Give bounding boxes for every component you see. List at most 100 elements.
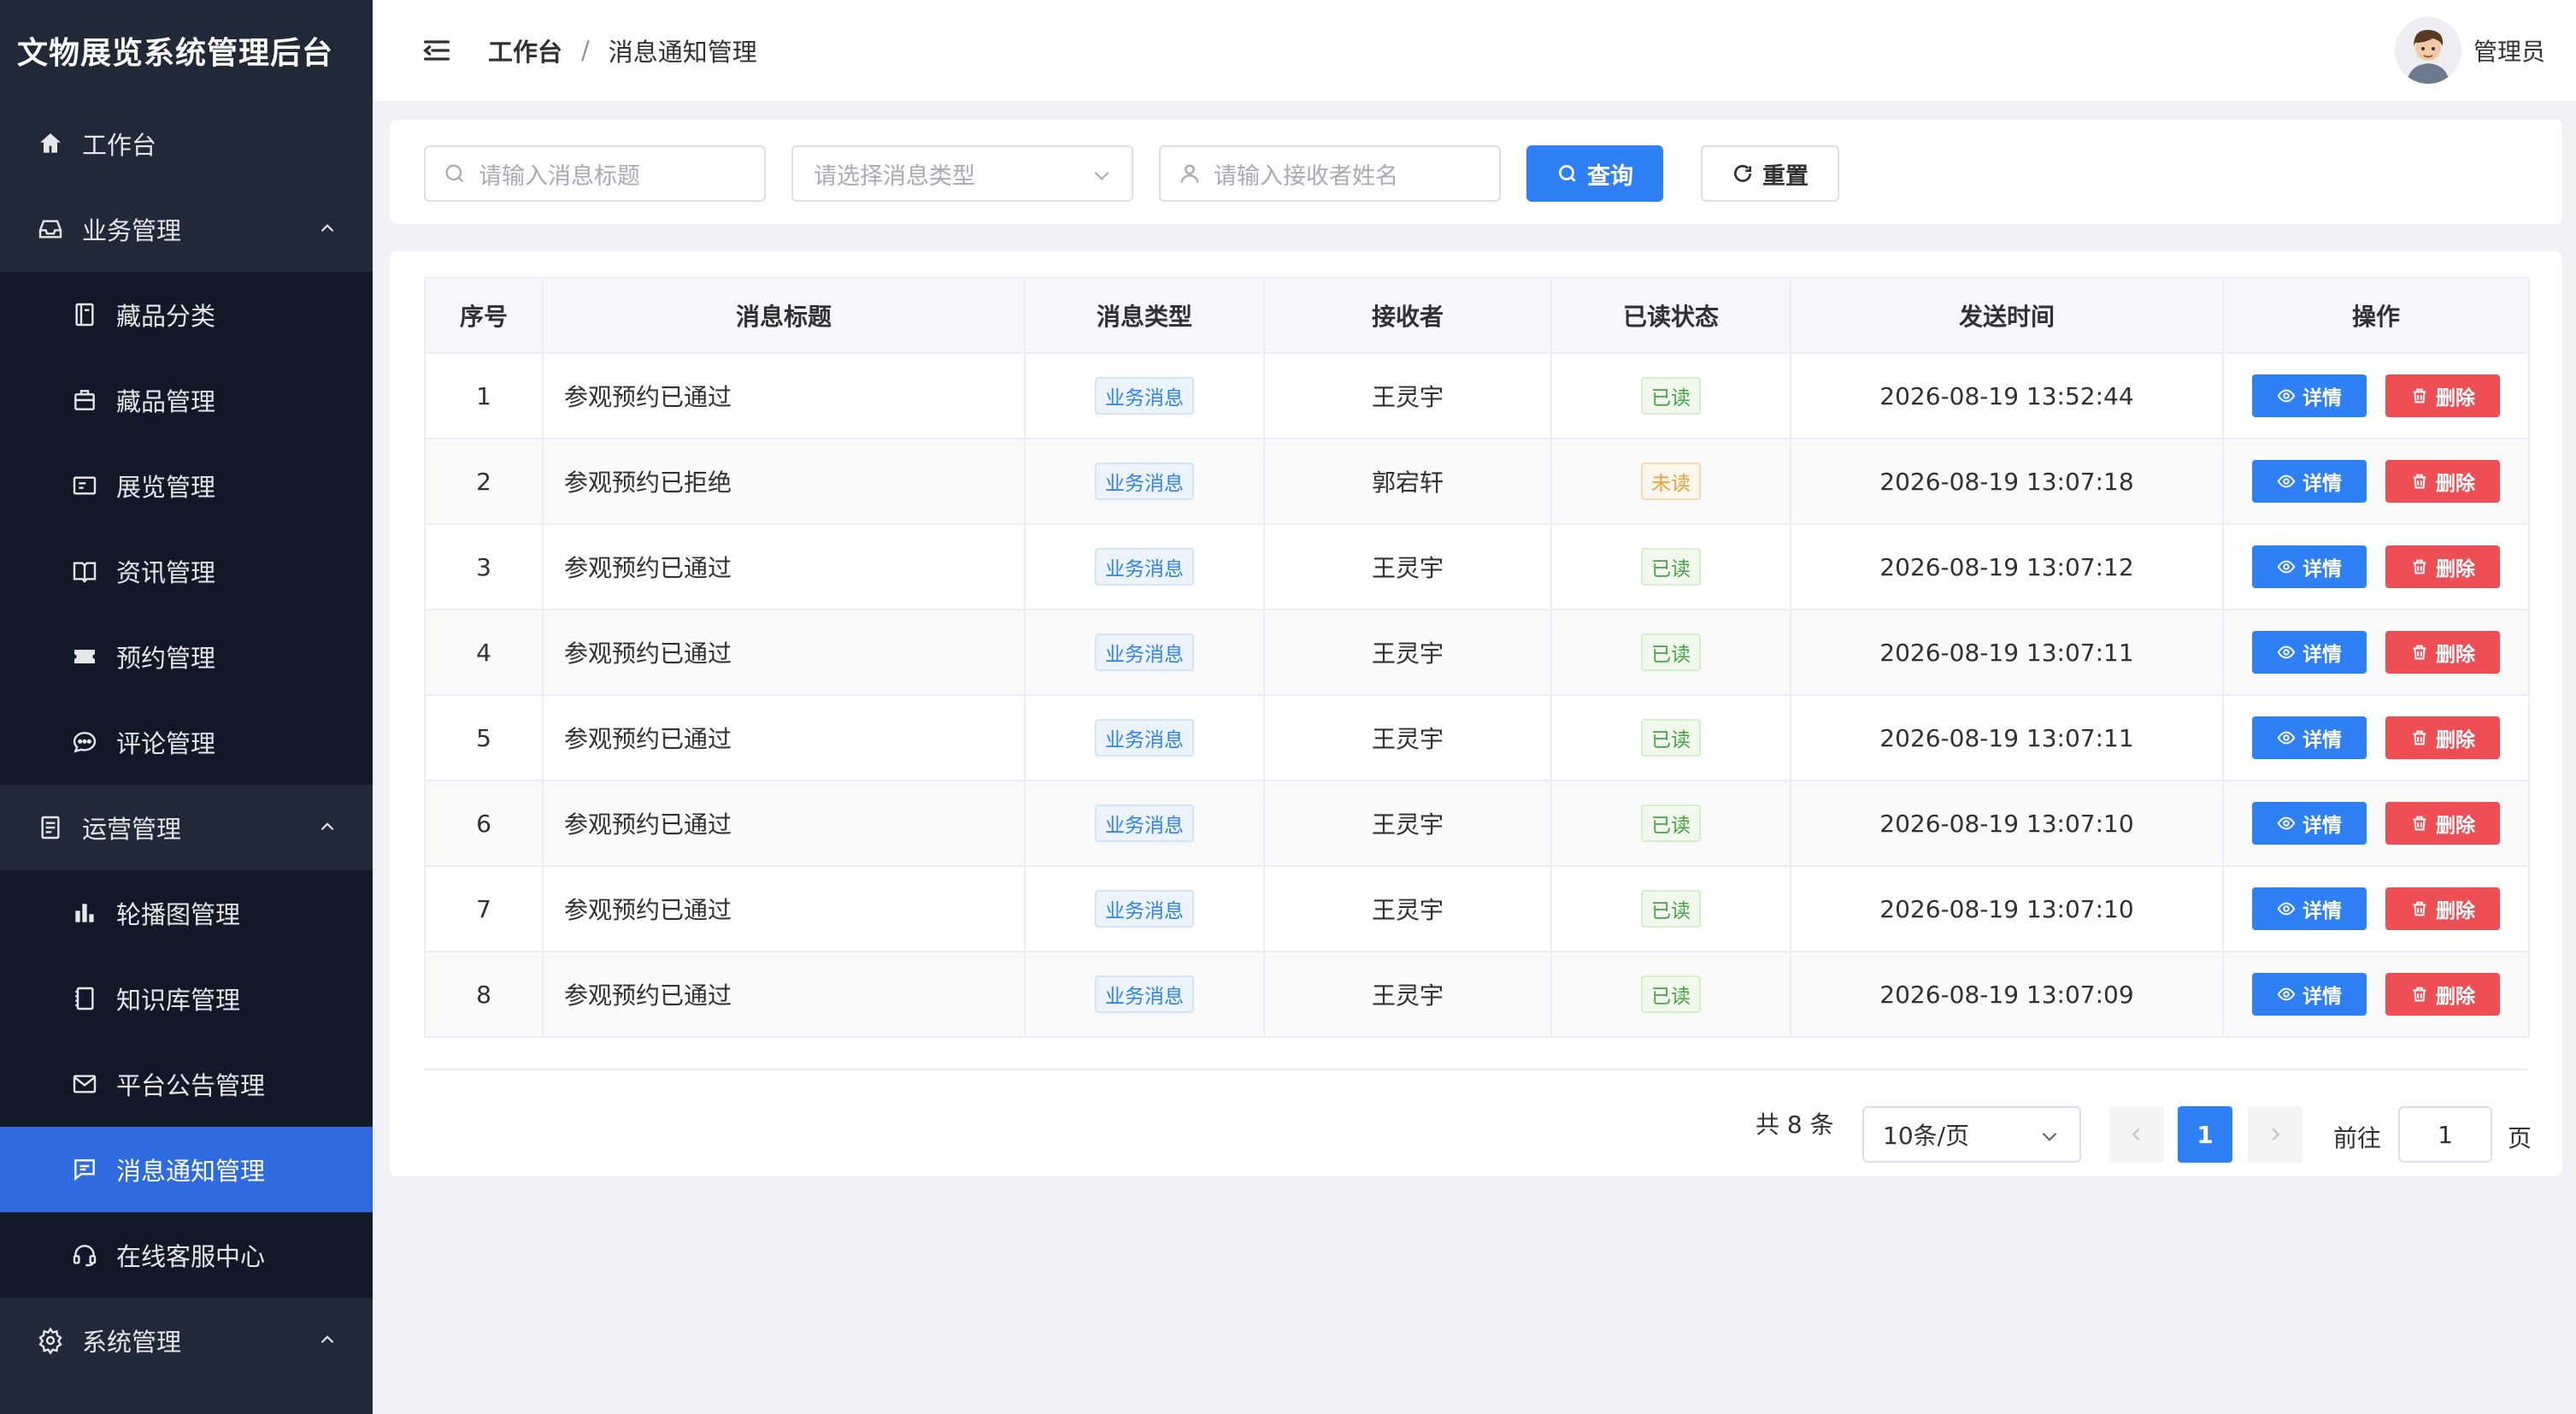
breadcrumb-home[interactable]: 工作台 <box>488 32 562 68</box>
sidebar-item-8[interactable]: 评论管理 <box>0 699 373 785</box>
eye-icon <box>2277 899 2303 918</box>
column-header-title: 消息标题 <box>542 277 1026 354</box>
delete-button[interactable]: 删除 <box>2385 887 2500 930</box>
cell-title: 参观预约已拒绝 <box>542 438 1026 525</box>
cell-title: 参观预约已通过 <box>542 865 1026 952</box>
delete-button[interactable]: 删除 <box>2385 973 2500 1016</box>
delete-button-label: 删除 <box>2436 558 2475 580</box>
delete-button[interactable]: 删除 <box>2385 460 2500 503</box>
detail-button[interactable]: 详情 <box>2252 887 2367 930</box>
home-icon <box>36 129 65 158</box>
cell-type: 业务消息 <box>1024 951 1265 1038</box>
message-table: 序号 消息标题 消息类型 接收者 已读状态 发送时间 操作 1 参观预约已通过 业务… <box>424 277 2530 1038</box>
trash-icon <box>2410 814 2436 833</box>
goto-suffix: 页 <box>2508 1124 2532 1152</box>
chevron-up-icon <box>321 822 334 831</box>
delete-button[interactable]: 删除 <box>2385 716 2500 759</box>
eye-icon <box>2277 643 2303 662</box>
sidebar-item-14[interactable]: 在线客服中心 <box>0 1212 373 1298</box>
detail-button[interactable]: 详情 <box>2252 802 2367 845</box>
next-page-button[interactable] <box>2248 1106 2303 1163</box>
cell-type: 业务消息 <box>1024 352 1265 439</box>
chevron-left-icon <box>2132 1128 2140 1141</box>
sidebar-item-13[interactable]: 消息通知管理 <box>0 1127 373 1212</box>
delete-button[interactable]: 删除 <box>2385 545 2500 588</box>
sidebar-item-label: 资讯管理 <box>116 558 216 587</box>
type-select[interactable]: 请选择消息类型 <box>791 145 1133 202</box>
detail-button[interactable]: 详情 <box>2252 374 2367 417</box>
delete-button-label: 删除 <box>2436 986 2475 1008</box>
sidebar-item-15[interactable]: 系统管理 <box>0 1298 373 1383</box>
detail-button[interactable]: 详情 <box>2252 716 2367 759</box>
detail-button[interactable]: 详情 <box>2252 631 2367 674</box>
message-icon <box>70 1069 99 1099</box>
type-tag: 业务消息 <box>1095 804 1194 842</box>
type-tag: 业务消息 <box>1095 462 1194 500</box>
table-row: 1 参观预约已通过 业务消息 王灵宇 已读 2026-08-19 13:52:44 详情 删除 <box>424 352 2530 439</box>
menu-fold-icon[interactable] <box>420 33 454 68</box>
chevron-up-icon <box>321 224 334 233</box>
sidebar-item-2[interactable]: 业务管理 <box>0 186 373 272</box>
sidebar-item-4[interactable]: 藏品管理 <box>0 357 373 443</box>
sidebar-item-3[interactable]: 藏品分类 <box>0 272 373 357</box>
sidebar-item-11[interactable]: 知识库管理 <box>0 956 373 1041</box>
delete-button-label: 删除 <box>2436 815 2475 837</box>
type-tag: 业务消息 <box>1095 633 1194 671</box>
cell-type: 业务消息 <box>1024 523 1265 610</box>
page-number-current[interactable]: 1 <box>2178 1106 2232 1163</box>
delete-button[interactable]: 删除 <box>2385 631 2500 674</box>
table-row: 6 参观预约已通过 业务消息 王灵宇 已读 2026-08-19 13:07:10 详情 删除 <box>424 780 2530 867</box>
status-badge: 已读 <box>1641 377 1701 415</box>
user-name[interactable]: 管理员 <box>2473 33 2545 68</box>
table-row: 2 参观预约已拒绝 业务消息 郭宕轩 未读 2026-08-19 13:07:18 详情 删除 <box>424 438 2530 525</box>
histogram-icon <box>70 898 99 928</box>
delete-button-label: 删除 <box>2436 473 2475 495</box>
title-search-input[interactable]: 请输入消息标题 <box>424 145 766 202</box>
sidebar-item-10[interactable]: 轮播图管理 <box>0 870 373 956</box>
top-header: 工作台 / 消息通知管理 管理员 <box>373 0 2576 101</box>
avatar[interactable] <box>2394 17 2461 84</box>
sidebar-item-label: 评论管理 <box>116 729 216 758</box>
cell-receiver: 王灵宇 <box>1263 865 1552 952</box>
table-header-row: 序号 消息标题 消息类型 接收者 已读状态 发送时间 操作 <box>424 277 2530 354</box>
receiver-search-input[interactable]: 请输入接收者姓名 <box>1159 145 1501 202</box>
delete-button[interactable]: 删除 <box>2385 802 2500 845</box>
trash-icon <box>2410 472 2436 491</box>
user-menu[interactable]: 管理员 <box>2394 15 2545 85</box>
book-icon <box>70 557 99 586</box>
cell-type: 业务消息 <box>1024 438 1265 525</box>
detail-button[interactable]: 详情 <box>2252 460 2367 503</box>
cell-status: 已读 <box>1550 780 1791 867</box>
sidebar-item-1[interactable]: 工作台 <box>0 101 373 186</box>
detail-button[interactable]: 详情 <box>2252 973 2367 1016</box>
trash-icon <box>2410 985 2436 1004</box>
table-row: 8 参观预约已通过 业务消息 王灵宇 已读 2026-08-19 13:07:09 详情 删除 <box>424 951 2530 1038</box>
prev-page-button[interactable] <box>2109 1106 2164 1163</box>
delete-button[interactable]: 删除 <box>2385 374 2500 417</box>
sidebar-item-6[interactable]: 资讯管理 <box>0 528 373 614</box>
cell-type: 业务消息 <box>1024 865 1265 952</box>
detail-button-label: 详情 <box>2303 900 2342 922</box>
sidebar-item-12[interactable]: 平台公告管理 <box>0 1041 373 1127</box>
cell-actions: 详情 删除 <box>2222 694 2530 781</box>
table-row: 5 参观预约已通过 业务消息 王灵宇 已读 2026-08-19 13:07:11 详情 删除 <box>424 694 2530 781</box>
query-button[interactable]: 查询 <box>1526 145 1663 202</box>
receiver-search-placeholder: 请输入接收者姓名 <box>1214 162 1398 190</box>
status-badge: 已读 <box>1641 633 1701 671</box>
goto-page-input[interactable]: 1 <box>2398 1106 2492 1163</box>
chevron-up-icon <box>321 1335 334 1344</box>
page-size-select[interactable]: 10条/页 <box>1862 1106 2081 1163</box>
cell-time: 2026-08-19 13:07:18 <box>1790 438 2224 525</box>
sidebar-item-5[interactable]: 展览管理 <box>0 443 373 528</box>
breadcrumb-separator: / <box>581 36 590 65</box>
eye-icon <box>2277 472 2303 491</box>
sidebar-item-label: 在线客服中心 <box>116 1242 266 1271</box>
detail-button[interactable]: 详情 <box>2252 545 2367 588</box>
cell-status: 已读 <box>1550 609 1791 696</box>
sidebar-item-9[interactable]: 运营管理 <box>0 785 373 870</box>
postcard-icon <box>70 471 99 500</box>
reset-button[interactable]: 重置 <box>1701 145 1839 202</box>
sidebar-item-label: 平台公告管理 <box>116 1071 266 1100</box>
sidebar-item-7[interactable]: 预约管理 <box>0 614 373 699</box>
sidebar-item-label: 藏品管理 <box>116 387 216 416</box>
